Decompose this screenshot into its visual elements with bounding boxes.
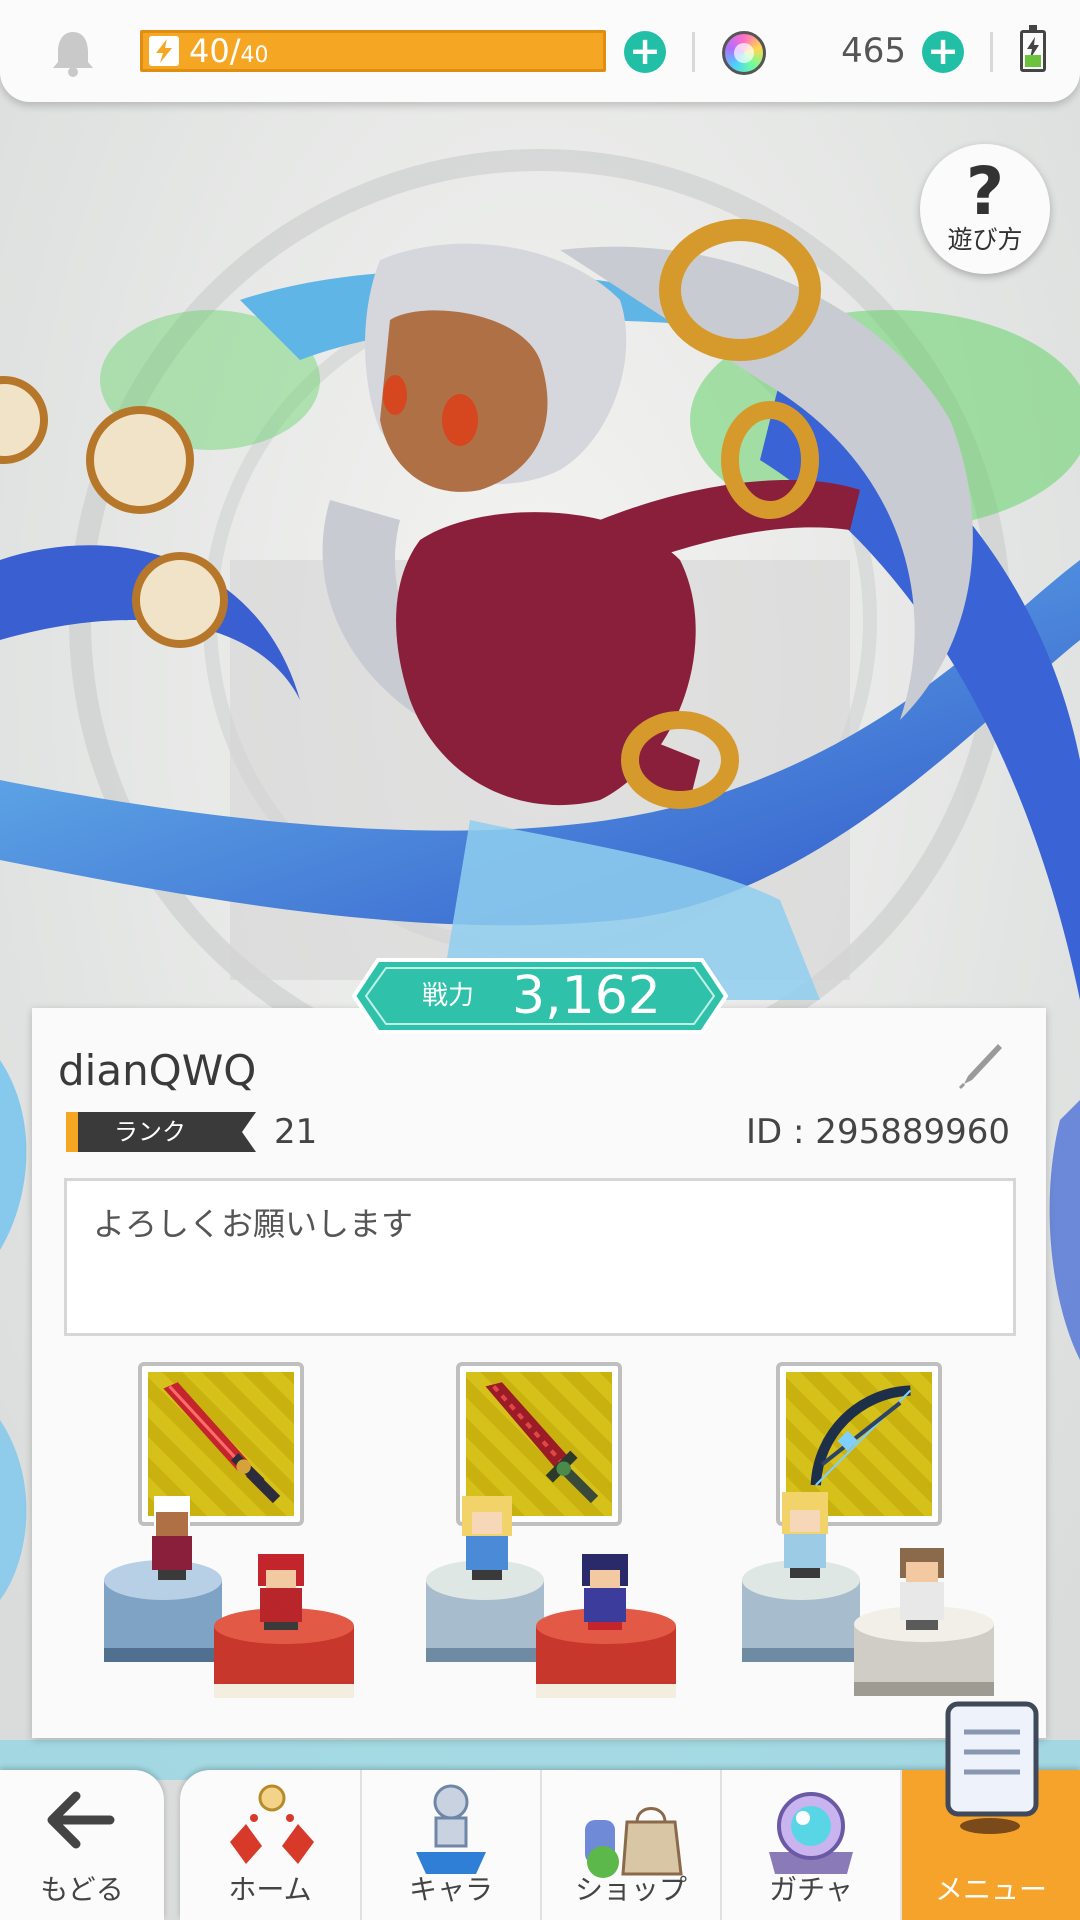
bolt-icon [149, 36, 179, 66]
bio-text: よろしくお願いします [93, 1205, 414, 1243]
bottom-navigation: もどる ホーム キャラ ショップ ガチャ メニュー [0, 1770, 1080, 1920]
back-arrow-icon [47, 1791, 115, 1849]
player-id: ID : 295889960 [746, 1112, 1010, 1152]
plus-icon: + [927, 28, 959, 73]
character-icon [416, 1784, 486, 1874]
battery-icon [1020, 25, 1046, 72]
how-to-play-label: 遊び方 [947, 225, 1023, 254]
tab-gacha[interactable]: ガチャ [722, 1770, 902, 1920]
username: dianQWQ [58, 1046, 257, 1095]
power-value: 3,162 [512, 966, 661, 1026]
charging-bolt-icon [1027, 37, 1039, 59]
profile-card: dianQWQ ランク 21 ID : 295889960 よろしくお願いします [32, 1008, 1046, 1738]
divider [990, 32, 993, 72]
top-status-bar: 40/40 + 465 + [0, 0, 1080, 102]
character-sprite [140, 1492, 204, 1582]
divider [692, 32, 695, 72]
team-slot-3[interactable] [736, 1362, 1016, 1702]
stamina-text: 40/40 [189, 32, 269, 70]
back-label: もどる [40, 1873, 124, 1906]
shop-icon [585, 1807, 683, 1878]
tab-gacha-label: ガチャ [769, 1873, 853, 1906]
bio-box: よろしくお願いします [64, 1178, 1016, 1336]
tab-shop[interactable]: ショップ [542, 1770, 722, 1920]
combat-power-badge: 戦力 3,162 [352, 958, 728, 1034]
gacha-icon [769, 1792, 853, 1874]
add-stamina-button[interactable]: + [624, 28, 666, 73]
bell-icon[interactable] [50, 28, 96, 78]
team-slot-1[interactable] [98, 1362, 378, 1702]
gem-count: 465 [841, 31, 906, 71]
tab-character-label: キャラ [408, 1873, 493, 1906]
plus-icon: + [629, 28, 661, 73]
tab-home[interactable]: ホーム [180, 1770, 362, 1920]
rank-value: 21 [274, 1112, 318, 1152]
home-icon [230, 1784, 314, 1864]
team-slot-2[interactable] [416, 1362, 696, 1702]
back-button[interactable]: もどる [0, 1770, 164, 1920]
add-gems-button[interactable]: + [922, 28, 964, 73]
character-sprite [248, 1552, 314, 1632]
how-to-play-button[interactable]: ? 遊び方 [920, 144, 1050, 274]
power-label: 戦力 [422, 981, 475, 1011]
tab-character[interactable]: キャラ [362, 1770, 542, 1920]
character-sprite [452, 1494, 522, 1582]
gem-icon [722, 31, 766, 75]
tab-home-label: ホーム [228, 1873, 312, 1906]
rank-label: ランク [114, 1118, 186, 1146]
stamina-bar: 40/40 [140, 30, 606, 72]
character-sprite [888, 1546, 956, 1632]
edit-pen-icon[interactable] [954, 1040, 1006, 1092]
menu-book-icon [945, 1701, 1039, 1834]
character-sprite [572, 1552, 638, 1632]
tab-menu-label: メニュー [934, 1873, 1047, 1906]
tab-shop-label: ショップ [574, 1873, 687, 1906]
question-icon: ? [965, 153, 1005, 230]
character-sprite [770, 1490, 840, 1582]
